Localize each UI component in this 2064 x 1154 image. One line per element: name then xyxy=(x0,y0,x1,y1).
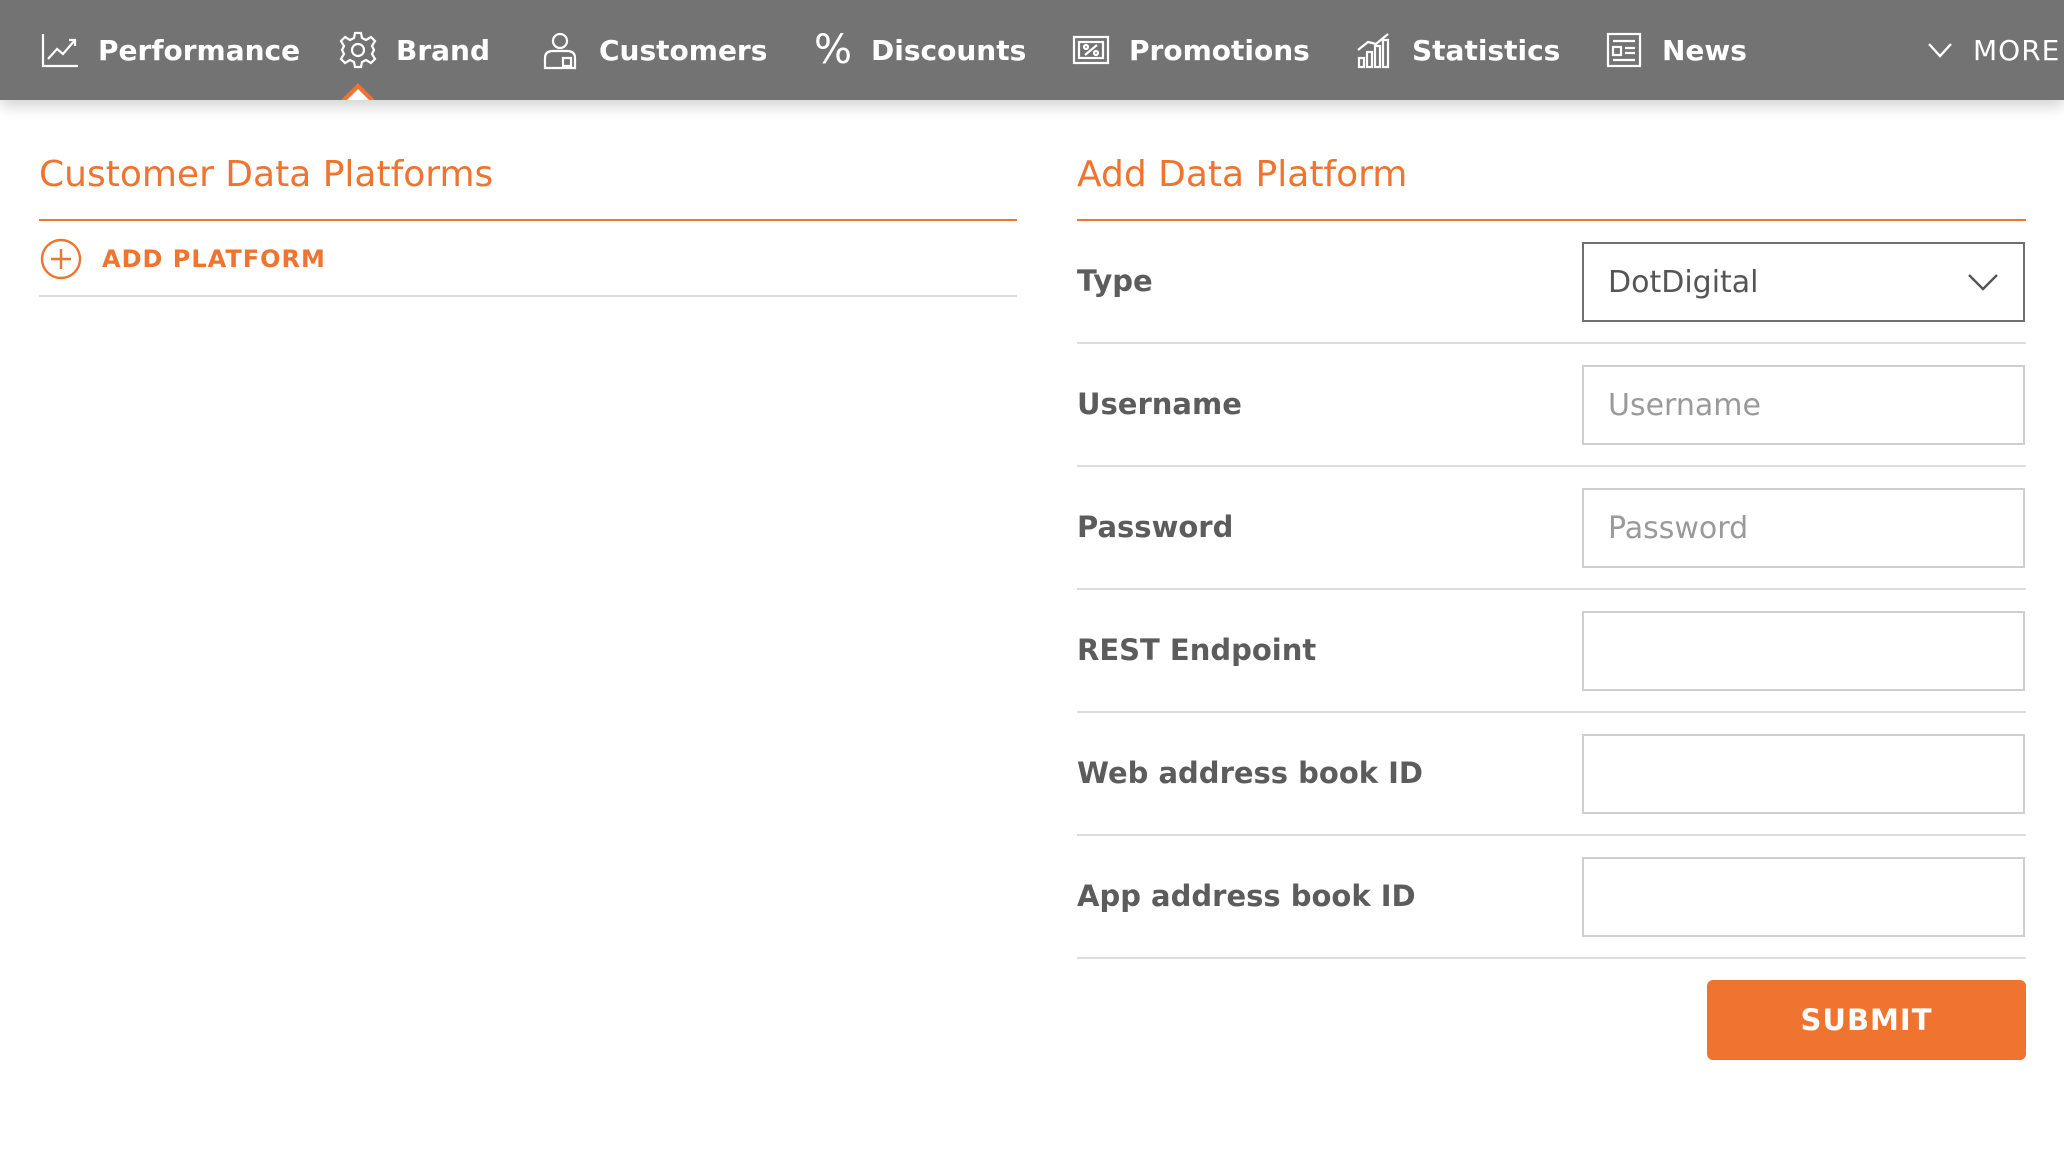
add-data-platform-title: Add Data Platform xyxy=(1077,154,1408,195)
news-icon xyxy=(1606,32,1642,68)
chart-line-icon xyxy=(41,34,78,68)
nav-item-performance[interactable]: Performance xyxy=(40,0,300,100)
chevron-down-icon xyxy=(1968,274,1998,291)
nav-label: Discounts xyxy=(871,33,1027,67)
row-divider xyxy=(1077,588,2026,590)
nav-item-customers[interactable]: Customers xyxy=(541,0,767,100)
nav-label: Statistics xyxy=(1412,33,1561,67)
form-title-divider xyxy=(1077,219,2026,221)
active-tab-indicator xyxy=(341,83,375,100)
nav-item-discounts[interactable]: % Discounts xyxy=(813,0,1026,100)
nav-item-news[interactable]: News xyxy=(1604,0,1747,100)
type-select-value: DotDigital xyxy=(1608,264,1759,300)
nav-label: Promotions xyxy=(1129,33,1310,67)
plus-circle-icon xyxy=(40,238,82,280)
row-divider xyxy=(1077,342,2026,344)
password-input[interactable] xyxy=(1582,488,2025,568)
type-select[interactable]: DotDigital xyxy=(1582,242,2025,322)
web-address-book-input[interactable] xyxy=(1582,734,2025,814)
web-address-book-label: Web address book ID xyxy=(1077,756,1424,790)
nav-item-statistics[interactable]: Statistics xyxy=(1354,0,1560,100)
rest-endpoint-label: REST Endpoint xyxy=(1077,633,1317,667)
bar-chart-icon xyxy=(1357,33,1390,69)
promotion-ticket-icon xyxy=(1072,35,1110,65)
more-label: MORE xyxy=(1973,33,2061,67)
nav-label: Customers xyxy=(599,33,768,67)
percent-icon: % xyxy=(813,27,852,73)
customer-data-platforms-title: Customer Data Platforms xyxy=(39,154,494,195)
app-address-book-input[interactable] xyxy=(1582,857,2025,937)
row-divider xyxy=(1077,834,2026,836)
list-divider xyxy=(39,295,1017,297)
nav-label: Performance xyxy=(98,33,301,67)
row-divider xyxy=(1077,465,2026,467)
submit-button[interactable]: SUBMIT xyxy=(1707,980,2026,1060)
title-divider xyxy=(39,219,1017,221)
nav-label: Brand xyxy=(396,33,491,67)
row-divider xyxy=(1077,957,2026,959)
app-address-book-label: App address book ID xyxy=(1077,879,1416,913)
row-divider xyxy=(1077,711,2026,713)
gear-icon xyxy=(339,31,377,69)
top-navigation: Performance Brand Customers % Discounts … xyxy=(0,0,2064,100)
more-menu-button[interactable]: MORE xyxy=(1925,0,2060,100)
add-platform-button[interactable]: ADD PLATFORM xyxy=(40,238,326,280)
customer-icon xyxy=(543,32,577,70)
password-label: Password xyxy=(1077,510,1234,544)
username-label: Username xyxy=(1077,387,1242,421)
rest-endpoint-input[interactable] xyxy=(1582,611,2025,691)
type-label: Type xyxy=(1077,264,1153,298)
add-platform-label: ADD PLATFORM xyxy=(102,245,326,273)
username-input[interactable] xyxy=(1582,365,2025,445)
nav-label: News xyxy=(1662,33,1747,67)
nav-item-promotions[interactable]: Promotions xyxy=(1071,0,1310,100)
chevron-down-icon xyxy=(1928,43,1952,58)
